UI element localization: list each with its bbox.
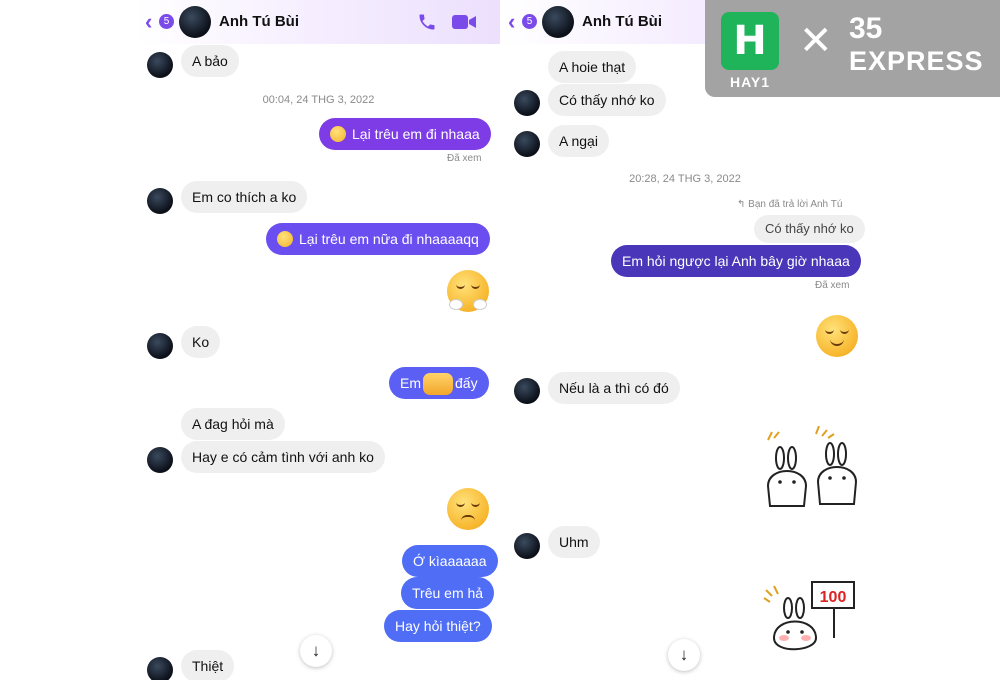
outgoing-message: Lại trêu em nữa đi nhaaaaqq <box>266 223 490 255</box>
pensive-face-icon <box>330 126 346 142</box>
hay1-brand-text: HAY1 <box>729 74 771 90</box>
outgoing-message: Ớ kìaaaaaa <box>402 545 498 577</box>
right-chat-panel: ‹ 5 Anh Tú Bùi A hoie thạt Có thấy nhớ k… <box>500 0 870 680</box>
incoming-message: A bảo <box>181 45 239 77</box>
sticker-score: 100 <box>820 589 847 606</box>
face-with-steam-emoji-icon <box>447 270 489 312</box>
contact-avatar-small <box>147 52 173 78</box>
incoming-message: Nếu là a thì có đó <box>548 372 680 404</box>
quoted-message[interactable]: Có thấy nhớ ko <box>754 215 865 243</box>
contact-avatar-small <box>514 378 540 404</box>
seen-status: Đã xem <box>447 153 482 164</box>
unread-badge: 5 <box>159 14 174 29</box>
back-button[interactable]: ‹ 5 <box>506 10 538 34</box>
reply-indicator-text: Bạn đã trả lời Anh Tú <box>748 199 843 210</box>
seen-status: Đã xem <box>815 280 850 291</box>
chevron-left-icon: ‹ <box>508 9 516 34</box>
watermark-logo: H HAY1 ✕ 35 EXPRESS <box>705 0 1000 97</box>
outgoing-message: Hay hỏi thiệt? <box>384 610 492 642</box>
outgoing-message: Trêu em hả <box>401 577 495 609</box>
pensive-face-icon <box>277 231 293 247</box>
unread-badge: 5 <box>522 14 537 29</box>
arrow-down-icon: ↓ <box>311 641 321 660</box>
hay1-logo-letter: H <box>733 18 767 64</box>
contact-avatar-small <box>147 447 173 473</box>
phone-icon[interactable] <box>416 12 438 32</box>
chevron-left-icon: ‹ <box>145 9 153 34</box>
contact-avatar-small <box>147 188 173 214</box>
message-text: Lại trêu em nữa đi nhaaaaqq <box>299 231 479 247</box>
chat-header: ‹ 5 Anh Tú Bùi <box>137 0 500 44</box>
video-camera-icon[interactable] <box>451 12 477 32</box>
outgoing-message: Em đấy <box>389 367 489 399</box>
bunny-sticker-icon <box>766 426 858 507</box>
reply-indicator: ↰ Bạn đã trả lời Anh Tú <box>737 199 842 210</box>
arrow-down-icon: ↓ <box>679 645 689 664</box>
message-text: đấy <box>455 375 478 391</box>
hay1-logo-icon: H <box>721 12 779 70</box>
relieved-face-emoji-icon <box>816 315 858 357</box>
contact-avatar[interactable] <box>179 6 211 38</box>
times-icon: ✕ <box>799 19 833 63</box>
contact-avatar-small <box>514 90 540 116</box>
timestamp: 20:28, 24 THG 3, 2022 <box>629 173 741 185</box>
fist-emoji-icon <box>423 373 453 396</box>
incoming-message: A ngại <box>548 125 609 157</box>
express-brand-number: 35 <box>849 12 883 45</box>
contact-avatar-small <box>514 533 540 559</box>
incoming-message: Uhm <box>548 526 600 558</box>
incoming-message: Có thấy nhớ ko <box>548 84 666 116</box>
scroll-down-button[interactable]: ↓ <box>668 639 700 671</box>
incoming-message: A đag hỏi mà <box>181 408 285 440</box>
contact-name[interactable]: Anh Tú Bùi <box>219 13 299 30</box>
left-chat-panel: ‹ 5 Anh Tú Bùi A bảo 00:04, 24 THG 3, 20… <box>137 0 500 680</box>
message-text: Em <box>400 375 421 391</box>
back-button[interactable]: ‹ 5 <box>143 10 175 34</box>
scroll-down-button[interactable]: ↓ <box>300 635 332 667</box>
incoming-message: A hoie thạt <box>548 51 637 83</box>
contact-avatar-small <box>514 131 540 157</box>
contact-avatar-small <box>147 657 173 680</box>
outgoing-message: Lại trêu em đi nhaaa <box>319 118 491 150</box>
contact-name[interactable]: Anh Tú Bùi <box>582 13 662 30</box>
incoming-message: Em co thích a ko <box>181 181 308 213</box>
incoming-message: Ko <box>181 326 221 358</box>
contact-avatar[interactable] <box>542 6 574 38</box>
timestamp: 00:04, 24 THG 3, 2022 <box>262 94 375 106</box>
outgoing-message: Em hỏi ngược lại Anh bây giờ nhaaa <box>611 245 861 277</box>
express-brand-text: EXPRESS <box>849 46 984 76</box>
message-text: Lại trêu em đi nhaaa <box>352 126 480 142</box>
bunny-score-sticker-icon: 100 <box>763 581 855 651</box>
incoming-message: Thiệt <box>181 650 235 680</box>
reply-arrow-icon: ↰ <box>737 199 749 210</box>
incoming-message: Hay e có cảm tình với anh ko <box>181 441 385 473</box>
contact-avatar-small <box>147 333 173 359</box>
unamused-face-emoji-icon <box>447 488 489 530</box>
